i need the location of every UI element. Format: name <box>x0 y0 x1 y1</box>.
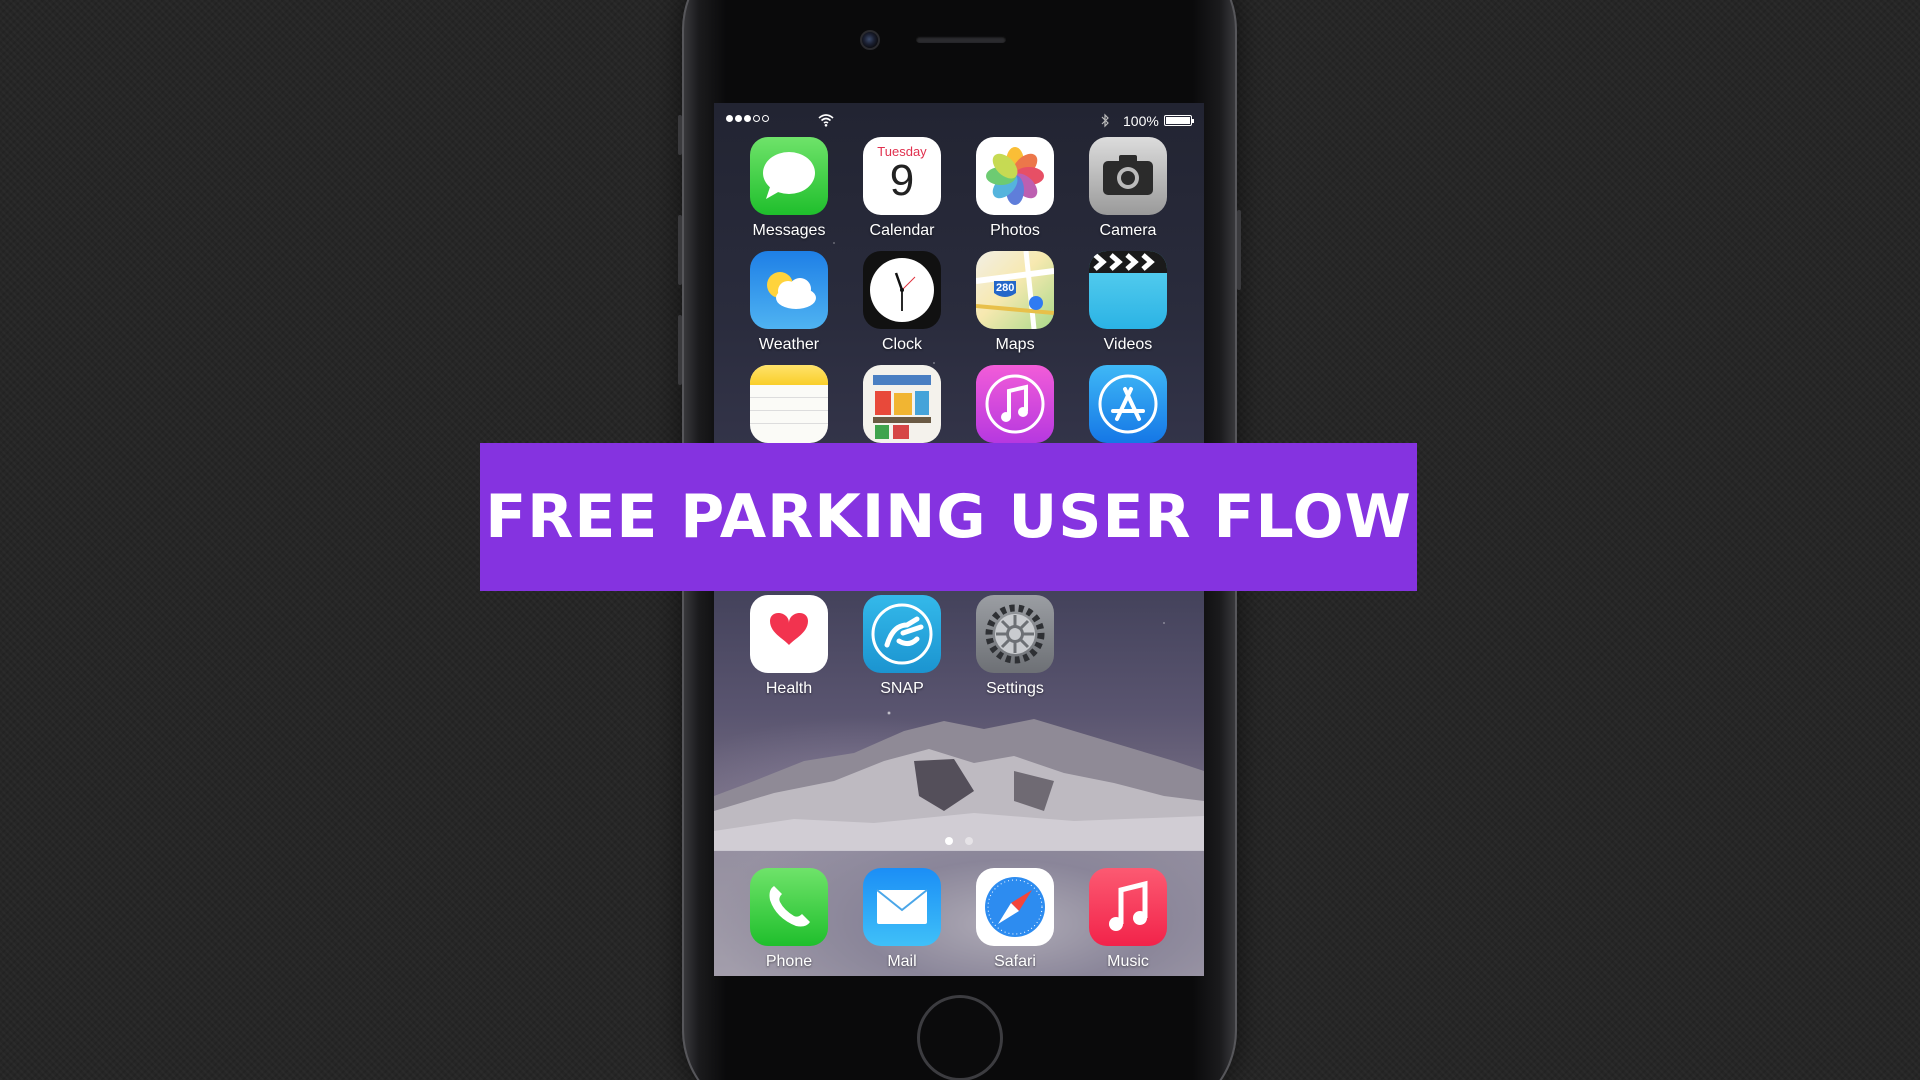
title-banner: FREE PARKING USER FLOW <box>480 443 1417 591</box>
cellular-signal-icon <box>726 115 769 122</box>
camera-icon <box>1089 137 1167 215</box>
music-note-icon <box>1089 868 1167 946</box>
notes-icon <box>750 365 828 443</box>
app-label: Mail <box>887 953 917 970</box>
app-settings[interactable]: Settings <box>967 595 1063 698</box>
volume-up-button <box>678 215 682 285</box>
app-label: Weather <box>758 336 820 353</box>
calendar-day: 9 <box>889 156 915 205</box>
app-label: Music <box>1107 953 1149 970</box>
app-label: Phone <box>765 953 813 970</box>
status-bar: 100% <box>714 111 1204 131</box>
maps-route-shield: 280 <box>996 282 1015 294</box>
snap-icon <box>863 595 941 673</box>
volume-down-button <box>678 315 682 385</box>
mute-switch <box>678 115 682 155</box>
app-label: Videos <box>1103 336 1153 353</box>
wallpaper-mountain <box>714 719 1204 851</box>
app-clock[interactable]: Clock <box>854 251 950 354</box>
app-label: Calendar <box>869 222 935 239</box>
maps-icon: 280 <box>976 251 1054 329</box>
newsstand-icon <box>863 365 941 443</box>
app-notes[interactable] <box>741 365 837 450</box>
itunes-store-icon <box>976 365 1054 443</box>
app-calendar[interactable]: Tuesday 9 Calendar <box>854 137 950 240</box>
app-label: Camera <box>1099 222 1157 239</box>
videos-icon <box>1089 251 1167 329</box>
power-button <box>1237 210 1241 290</box>
mail-icon <box>863 868 941 946</box>
app-videos[interactable]: Videos <box>1080 251 1176 354</box>
app-label: Health <box>765 680 813 697</box>
app-app-store[interactable] <box>1080 365 1176 450</box>
dock-app-music[interactable]: Music <box>1080 868 1176 971</box>
wifi-icon <box>818 114 834 127</box>
earpiece-speaker <box>916 36 1006 43</box>
banner-title: FREE PARKING USER FLOW <box>485 482 1412 552</box>
app-camera[interactable]: Camera <box>1080 137 1176 240</box>
messages-icon <box>750 137 828 215</box>
app-weather[interactable]: Weather <box>741 251 837 354</box>
app-label: Maps <box>995 336 1035 353</box>
app-label: Messages <box>752 222 826 239</box>
dock-app-safari[interactable]: Safari <box>967 868 1063 971</box>
app-snap[interactable]: SNAP <box>854 595 950 698</box>
page-dot-1[interactable] <box>945 837 953 845</box>
clock-icon <box>863 251 941 329</box>
app-health[interactable]: Health <box>741 595 837 698</box>
safari-compass-icon <box>976 868 1054 946</box>
battery-icon <box>1164 115 1194 126</box>
app-newsstand[interactable] <box>854 365 950 450</box>
app-label: Photos <box>990 222 1040 239</box>
app-label: Settings <box>986 680 1044 697</box>
app-itunes-store[interactable] <box>967 365 1063 450</box>
settings-gear-icon <box>976 595 1054 673</box>
app-label: Safari <box>994 953 1036 970</box>
app-label: Clock <box>881 336 922 353</box>
app-maps[interactable]: 280 Maps <box>967 251 1063 354</box>
phone-icon <box>750 868 828 946</box>
home-button[interactable] <box>917 995 1003 1080</box>
app-photos[interactable]: Photos <box>967 137 1063 240</box>
bluetooth-icon <box>1101 113 1109 128</box>
front-camera <box>860 30 880 50</box>
battery-percentage: 100% <box>1123 113 1159 129</box>
dock-app-mail[interactable]: Mail <box>854 868 950 971</box>
photos-icon <box>976 137 1054 215</box>
dock-app-phone[interactable]: Phone <box>741 868 837 971</box>
page-dot-2[interactable] <box>965 837 973 845</box>
health-icon <box>750 595 828 673</box>
page-indicator[interactable] <box>714 837 1204 845</box>
app-label: SNAP <box>880 680 924 697</box>
calendar-icon: Tuesday 9 <box>863 137 941 215</box>
weather-icon <box>750 251 828 329</box>
app-messages[interactable]: Messages <box>741 137 837 240</box>
dock: Phone Mail Safari Music <box>714 850 1204 976</box>
app-store-icon <box>1089 365 1167 443</box>
